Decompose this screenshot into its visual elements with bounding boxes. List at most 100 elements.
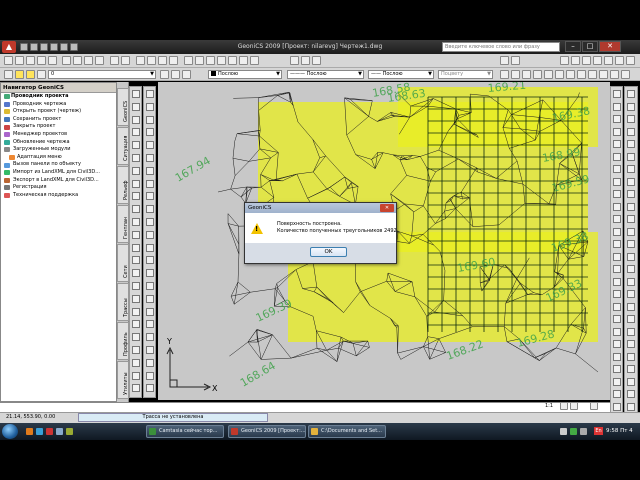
modify-tool-icon[interactable]: [146, 243, 154, 252]
paste-icon[interactable]: [84, 56, 93, 65]
geonics-tool-icon[interactable]: [522, 70, 531, 79]
geonics-tool-icon[interactable]: [627, 290, 635, 298]
geonics-tool-icon[interactable]: [613, 277, 621, 286]
tray-icon[interactable]: [560, 428, 567, 435]
geonics-tool-icon[interactable]: [613, 390, 621, 398]
geonics-tool-icon[interactable]: [582, 56, 591, 65]
geonics-tool-icon[interactable]: [627, 302, 635, 311]
navigator-item[interactable]: Техническая поддержка: [1, 192, 116, 200]
vertical-tab[interactable]: Сети: [117, 244, 129, 282]
modify-tool-icon[interactable]: [146, 269, 154, 278]
draw-tool-icon[interactable]: [132, 230, 140, 239]
vertical-tab[interactable]: GeoniCS: [117, 88, 129, 126]
geonics-tool-icon[interactable]: [621, 70, 630, 79]
draw-tool-icon[interactable]: [132, 346, 140, 354]
close-button[interactable]: ✕: [599, 41, 621, 52]
draw-tool-icon[interactable]: [132, 205, 140, 214]
geonics-tool-icon[interactable]: [627, 340, 635, 348]
draw-tool-icon[interactable]: [132, 102, 140, 111]
vertical-tab[interactable]: Профиль: [117, 322, 129, 360]
navigator-item[interactable]: Менеджер проектов: [1, 131, 116, 139]
geonics-tool-icon[interactable]: [627, 127, 635, 136]
annotation-visibility-icon[interactable]: [560, 402, 568, 410]
modify-tool-icon[interactable]: [146, 154, 154, 162]
geonics-tool-icon[interactable]: [627, 390, 635, 398]
geonics-tool-icon[interactable]: [500, 70, 509, 79]
layer-manager-icon[interactable]: [4, 70, 13, 79]
open-icon[interactable]: [15, 56, 24, 65]
geonics-tool-icon[interactable]: [533, 70, 542, 79]
geonics-tool-icon[interactable]: [588, 70, 597, 79]
table-style-icon[interactable]: [312, 56, 321, 65]
language-indicator[interactable]: En: [594, 427, 603, 435]
geonics-tool-icon[interactable]: [613, 327, 621, 336]
modify-tool-icon[interactable]: [146, 333, 154, 342]
modify-tool-icon[interactable]: [146, 179, 154, 188]
layout-icon[interactable]: [511, 56, 520, 65]
properties-icon[interactable]: [184, 56, 193, 65]
geonics-tool-icon[interactable]: [613, 190, 621, 198]
match-props-icon[interactable]: [95, 56, 104, 65]
geonics-tool-icon[interactable]: [613, 202, 621, 211]
geonics-tool-icon[interactable]: [627, 327, 635, 336]
dim-style-icon[interactable]: [290, 56, 299, 65]
geonics-tool-icon[interactable]: [627, 90, 635, 98]
draw-tool-icon[interactable]: [132, 282, 140, 290]
geonics-tool-icon[interactable]: [613, 402, 621, 411]
pan-icon[interactable]: [136, 56, 145, 65]
layer-select[interactable]: 0 ▼: [48, 70, 156, 79]
zoom-previous-icon[interactable]: [169, 56, 178, 65]
ie-icon[interactable]: [36, 428, 43, 435]
taskbar-button[interactable]: C:\Documents and Set...: [308, 425, 386, 438]
firefox-icon[interactable]: [26, 428, 33, 435]
sun-icon[interactable]: [26, 70, 35, 79]
lineweight-select[interactable]: —— Послою ▼: [368, 70, 434, 79]
modify-tool-icon[interactable]: [146, 205, 154, 214]
geonics-tool-icon[interactable]: [566, 70, 575, 79]
modify-tool-icon[interactable]: [146, 192, 154, 201]
draw-tool-icon[interactable]: [132, 320, 140, 329]
navigator-item[interactable]: Проводник проекта: [1, 93, 116, 101]
geonics-tool-icon[interactable]: [613, 140, 621, 148]
vertical-tab[interactable]: Утилиты: [117, 361, 129, 399]
geonics-tool-icon[interactable]: [613, 252, 621, 261]
modify-tool-icon[interactable]: [146, 358, 154, 367]
taskbar-button[interactable]: Camtasia сейчас тор...: [146, 425, 224, 438]
modify-tool-icon[interactable]: [146, 294, 154, 303]
draw-tool-icon[interactable]: [132, 192, 140, 201]
annotation-scale[interactable]: 1:1: [545, 403, 553, 409]
layer-current-icon[interactable]: [160, 70, 169, 79]
geonics-tool-icon[interactable]: [627, 402, 635, 411]
geonics-tool-icon[interactable]: [560, 56, 569, 65]
geonics-tool-icon[interactable]: [555, 70, 564, 79]
zoom-window-icon[interactable]: [158, 56, 167, 65]
copy-icon[interactable]: [73, 56, 82, 65]
command-line[interactable]: [0, 402, 610, 412]
geonics-tool-icon[interactable]: [613, 215, 621, 223]
linetype-select[interactable]: ——— Послою ▼: [287, 70, 364, 79]
geonics-tool-icon[interactable]: [613, 352, 621, 361]
geonics-tool-icon[interactable]: [613, 340, 621, 348]
vertical-tab[interactable]: Трассы: [117, 283, 129, 321]
print-icon[interactable]: [50, 43, 58, 51]
tray-icon[interactable]: [570, 428, 577, 435]
draw-tool-icon[interactable]: [132, 154, 140, 162]
geonics-tool-icon[interactable]: [627, 265, 635, 273]
navigator-item[interactable]: Открыть проект (чертеж): [1, 108, 116, 116]
color-select[interactable]: Послою ▼: [208, 70, 282, 79]
vertical-tab[interactable]: Генплан: [117, 205, 129, 243]
draw-tool-icon[interactable]: [132, 243, 140, 252]
quicklaunch-icon[interactable]: [66, 428, 73, 435]
draw-tool-icon[interactable]: [132, 115, 140, 124]
navigator-item[interactable]: Адаптация меню: [1, 154, 116, 162]
start-button[interactable]: [2, 424, 18, 439]
geonics-tool-icon[interactable]: [613, 227, 621, 236]
workspace-icon[interactable]: [500, 56, 509, 65]
geonics-tool-icon[interactable]: [627, 227, 635, 236]
print-icon[interactable]: [37, 56, 46, 65]
geonics-tool-icon[interactable]: [627, 352, 635, 361]
modify-tool-icon[interactable]: [146, 166, 154, 175]
geonics-tool-icon[interactable]: [613, 165, 621, 173]
geonics-tool-icon[interactable]: [613, 290, 621, 298]
geonics-tool-icon[interactable]: [613, 177, 621, 186]
